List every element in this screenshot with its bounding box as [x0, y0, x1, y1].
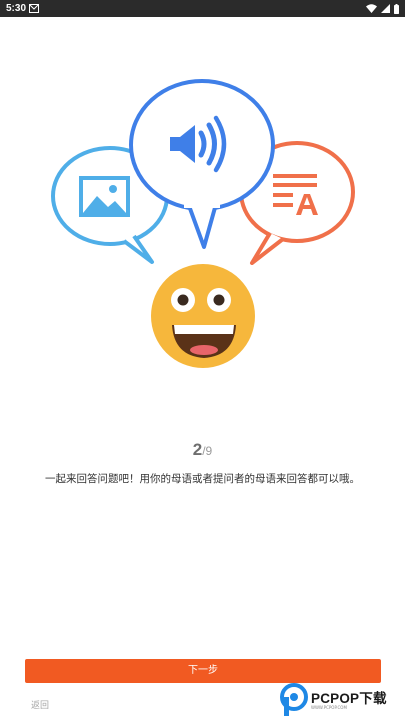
back-button[interactable]: 返回	[31, 698, 49, 711]
onboarding-description: 一起来回答问题吧！用你的母语或者提问者的母语来回答都可以哦。	[45, 473, 360, 485]
signal-icon	[381, 4, 390, 13]
grinning-face-icon	[151, 264, 255, 368]
notification-icon	[29, 4, 39, 13]
onboarding-illustration	[51, 79, 355, 368]
next-button[interactable]: 下一步	[25, 659, 381, 683]
pcpop-logo-icon	[280, 683, 308, 716]
total-pages: /9	[202, 444, 213, 458]
system-icons	[366, 3, 399, 14]
pcpop-watermark: PCPOP下载 WWW.PCPOP.COM	[280, 683, 402, 717]
watermark-text: PCPOP下载	[311, 691, 387, 706]
watermark-subtext: WWW.PCPOP.COM	[311, 705, 347, 710]
status-time: 5:30	[6, 3, 27, 14]
page-indicator: 2/9	[0, 440, 405, 460]
current-page: 2	[192, 440, 203, 459]
status-bar: 5:30	[0, 0, 405, 17]
battery-icon	[394, 3, 399, 14]
wifi-icon	[366, 4, 377, 13]
image-icon	[79, 176, 130, 217]
